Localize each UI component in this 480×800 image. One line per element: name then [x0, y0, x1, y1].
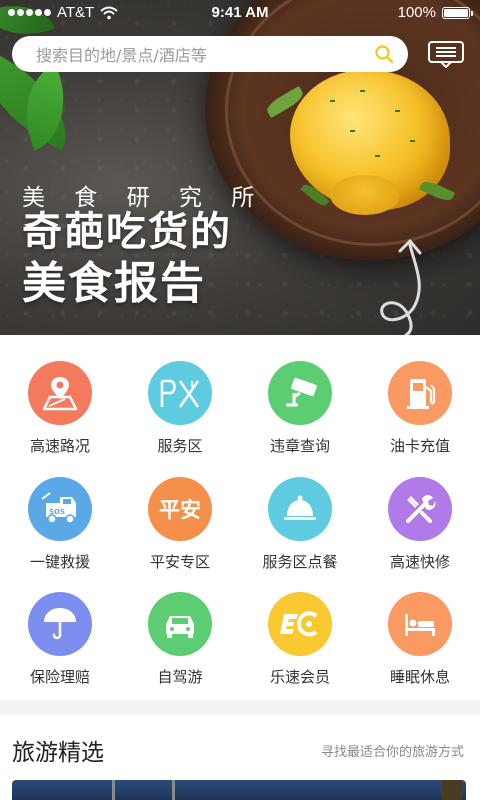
bed-icon: [388, 592, 452, 656]
service-label: 乐速会员: [269, 668, 330, 686]
battery-percent: 100%: [397, 4, 436, 21]
search-icon[interactable]: [374, 44, 394, 64]
service-label: 自驾游: [157, 668, 203, 686]
service-label: 一键救援: [29, 553, 90, 571]
service-label: 高速路况: [29, 437, 90, 455]
service-label: 服务区: [157, 437, 203, 455]
service-label: 油卡充值: [389, 437, 450, 455]
service-road-conditions[interactable]: 高速路况: [0, 361, 120, 456]
banner-title-line2: 美食报告: [22, 258, 206, 309]
message-menu-icon[interactable]: [427, 40, 465, 68]
service-insurance[interactable]: 保险理赔: [0, 592, 120, 687]
service-food-order[interactable]: 服务区点餐: [240, 477, 360, 572]
umbrella-icon: [28, 592, 92, 656]
service-label: 睡眠休息: [389, 668, 450, 686]
search-input[interactable]: 搜索目的地/景点/酒店等: [36, 42, 374, 66]
service-violation-query[interactable]: 违章查询: [240, 361, 360, 456]
travel-thumbnail[interactable]: [12, 780, 466, 800]
service-self-drive[interactable]: 自驾游: [120, 592, 240, 687]
service-rescue[interactable]: SOS 一键救援: [0, 477, 120, 572]
thumbnail-detail: [442, 780, 462, 800]
pingan-icon-text: 平安: [159, 498, 201, 522]
service-pingan[interactable]: 平安 平安专区: [120, 477, 240, 572]
service-label: 违章查询: [269, 437, 330, 455]
chive: [395, 110, 400, 112]
food-cloche-icon: [268, 477, 332, 541]
tow-truck-icon: SOS: [28, 477, 92, 541]
service-label: 高速快修: [389, 553, 450, 571]
service-label: 平安专区: [149, 553, 210, 571]
battery-icon: [442, 6, 473, 19]
px-service-icon: [148, 361, 212, 425]
service-sleep[interactable]: 睡眠休息: [360, 592, 480, 687]
chive: [360, 90, 365, 92]
thumbnail-detail: [172, 780, 175, 800]
member-ec-icon: [268, 592, 332, 656]
car-icon: [148, 592, 212, 656]
service-label: 服务区点餐: [262, 553, 338, 571]
chive: [410, 140, 415, 142]
wrench-icon: [388, 477, 452, 541]
status-bar: AT&T 9:41 AM 100%: [0, 0, 480, 26]
road-map-icon: [28, 361, 92, 425]
service-label: 保险理赔: [29, 668, 90, 686]
chive: [350, 130, 355, 132]
travel-title: 旅游精选: [12, 740, 104, 766]
services-grid: 高速路况 服务区 违章查询 油卡充值 SOS 一键救援 平安 平安专区 服务区点…: [0, 335, 480, 700]
chive: [375, 155, 380, 157]
service-fuel-card[interactable]: 油卡充值: [360, 361, 480, 456]
curly-arrow-icon: [380, 239, 422, 335]
service-service-area[interactable]: 服务区: [120, 361, 240, 456]
service-repair[interactable]: 高速快修: [360, 477, 480, 572]
thumbnail-detail: [112, 780, 115, 800]
travel-section: 旅游精选 寻找最适合你的旅游方式: [0, 715, 480, 800]
banner-subtitle: 美 食 研 究 所: [22, 185, 266, 211]
camera-icon: [268, 361, 332, 425]
chive: [330, 100, 335, 102]
food-sauce-image: [330, 175, 400, 215]
search-bar[interactable]: 搜索目的地/景点/酒店等: [12, 36, 408, 72]
service-member[interactable]: 乐速会员: [240, 592, 360, 687]
banner-title-line1: 奇葩吃货的: [22, 209, 232, 255]
gas-pump-icon: [388, 361, 452, 425]
pingan-icon: 平安: [148, 477, 212, 541]
travel-subtitle[interactable]: 寻找最适合你的旅游方式: [321, 741, 464, 760]
